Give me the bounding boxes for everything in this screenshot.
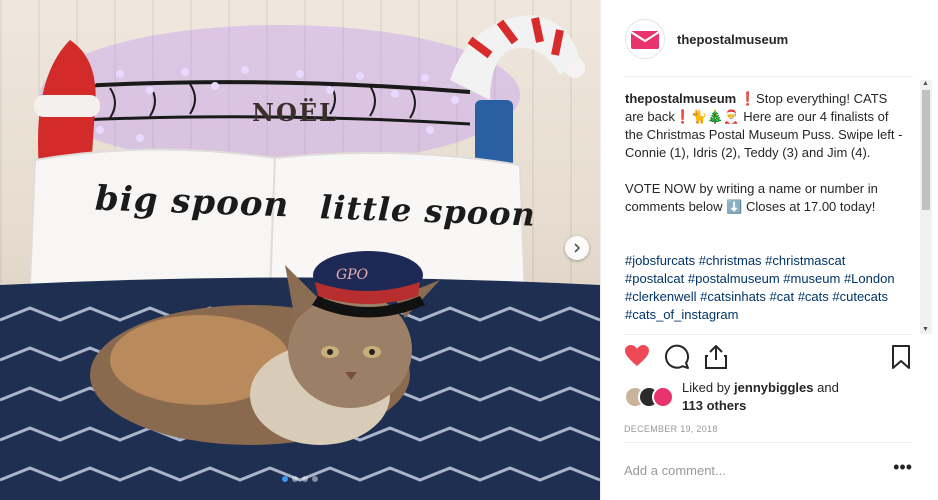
carousel-dot [302,476,308,482]
caption-username[interactable]: thepostalmuseum [625,91,736,106]
share-button[interactable] [704,344,732,372]
like-button[interactable] [624,344,652,372]
avatar[interactable] [625,19,665,59]
divider [625,76,913,77]
next-photo-button[interactable] [565,236,589,260]
comment-button[interactable] [664,344,692,372]
likes-row: Liked by jennybiggles and 113 others [624,378,914,416]
post-date[interactable]: DECEMBER 19, 2018 [624,424,718,434]
chevron-right-icon [574,243,581,253]
hat-monogram-text: GPO [336,267,369,283]
comment-input[interactable] [624,462,874,478]
liked-by-text: Liked by jennybiggles and 113 others [682,379,839,415]
photo-scene [0,15,600,500]
noel-sign: NOËL [252,98,339,127]
carousel-dot [282,476,288,482]
pillow-left-text: big spoon [94,178,290,226]
divider [624,334,912,335]
caption-scrollbar[interactable]: ▲ ▼ [920,80,932,334]
header-username[interactable]: thepostalmuseum [677,32,788,47]
carousel-dots [282,476,318,482]
caption-hashtags[interactable]: #jobsfurcats #christmas #christmascat #p… [625,252,907,324]
liked-by-prefix: Liked by [682,380,731,395]
avatar[interactable] [652,386,674,408]
liker-avatars[interactable] [624,386,674,408]
liked-by-and: and [817,380,839,395]
bookmark-icon [892,345,910,369]
hat-monogram: GPO [336,267,369,283]
caption-vote-text: VOTE NOW by writing a name or number in … [625,181,878,214]
likes-count[interactable]: 113 others [682,398,746,413]
scrollbar-thumb[interactable] [922,90,930,210]
comment-icon [665,344,689,369]
more-options-icon[interactable]: ••• [893,458,912,476]
pillow-right-text: little spoon [319,188,537,234]
divider [624,442,912,443]
envelope-icon [631,31,659,49]
scroll-down-icon[interactable]: ▼ [922,326,929,333]
liked-by-user[interactable]: jennybiggles [734,380,813,395]
save-button[interactable] [890,344,918,372]
carousel-dot [312,476,318,482]
comment-box: ••• [624,455,914,485]
post-photo[interactable]: NOËL big spoon little spoon GPO [0,0,600,500]
action-bar [624,344,914,374]
post-header: thepostalmuseum [625,17,915,61]
scroll-up-icon[interactable]: ▲ [922,80,929,87]
heart-icon [625,345,649,366]
share-icon [705,345,727,369]
post-caption: thepostalmuseum ❗Stop everything! CATS a… [625,90,907,334]
carousel-dot [292,476,298,482]
